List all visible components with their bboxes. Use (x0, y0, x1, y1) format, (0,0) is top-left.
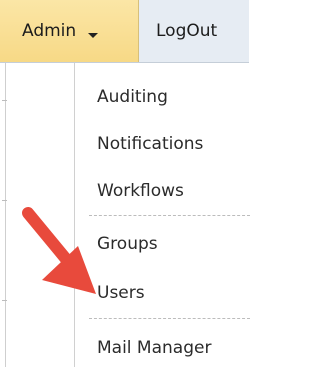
menu-item-auditing[interactable]: Auditing (97, 87, 168, 107)
page-left-border (5, 63, 6, 367)
border-tick (2, 300, 7, 301)
chevron-down-icon (88, 32, 99, 38)
logout-link[interactable]: LogOut (140, 0, 249, 62)
menu-item-groups[interactable]: Groups (97, 234, 158, 254)
top-navbar: Admin LogOut (0, 0, 249, 63)
admin-label: Admin (22, 21, 77, 41)
menu-item-mail-manager[interactable]: Mail Manager (97, 338, 211, 358)
menu-item-users[interactable]: Users (97, 283, 145, 303)
admin-dropdown-menu: Auditing Notifications Workflows Groups … (74, 63, 250, 367)
border-tick (2, 200, 7, 201)
border-tick (2, 100, 7, 101)
menu-item-workflows[interactable]: Workflows (97, 181, 184, 201)
logout-label: LogOut (156, 21, 218, 41)
menu-separator (89, 318, 250, 319)
menu-item-notifications[interactable]: Notifications (97, 134, 203, 154)
admin-menu-button[interactable]: Admin (0, 0, 139, 62)
menu-separator (89, 215, 250, 216)
